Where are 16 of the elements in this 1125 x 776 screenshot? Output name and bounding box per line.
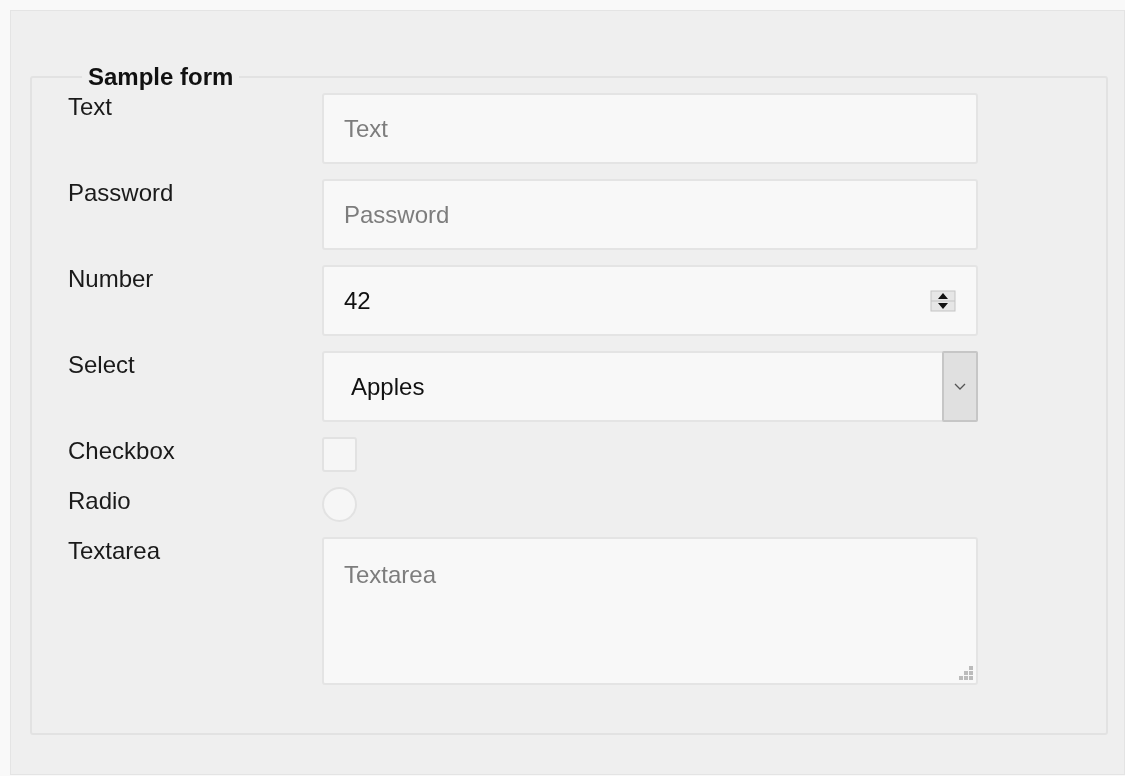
resize-grip-icon[interactable]	[959, 666, 973, 680]
form-title: Sample form	[87, 63, 235, 91]
field-label: Password	[68, 179, 175, 207]
textarea-field[interactable]: Textarea	[322, 537, 978, 685]
field-label: Radio	[68, 487, 132, 515]
number-field[interactable]: 42	[322, 265, 978, 336]
input-field[interactable]: Password	[322, 179, 978, 250]
field-label: Text	[68, 93, 113, 121]
field-label: Checkbox	[68, 437, 176, 465]
chevron-down-icon	[954, 382, 966, 391]
input-field[interactable]: Text	[322, 93, 978, 164]
field-label: Number	[68, 265, 155, 293]
field-label: Select	[68, 351, 136, 379]
select-dropdown[interactable]: Apples	[322, 351, 978, 422]
spinner-icon[interactable]	[930, 289, 956, 312]
field-label: Textarea	[68, 537, 162, 565]
